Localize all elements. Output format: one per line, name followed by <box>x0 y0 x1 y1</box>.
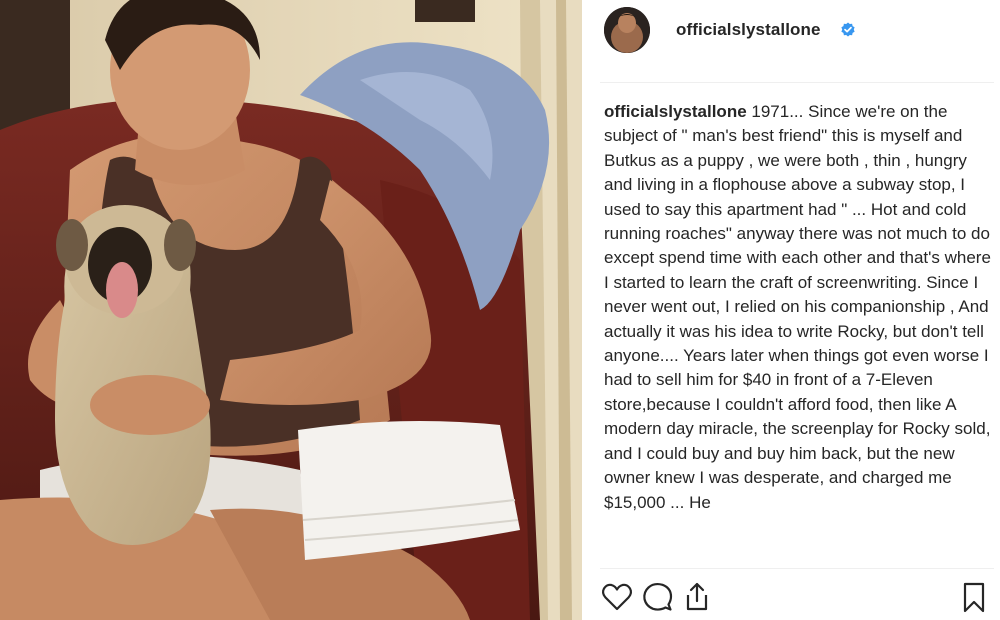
actions-divider <box>600 568 994 569</box>
instagram-post: officialslystallone officialslystallone … <box>0 0 1000 620</box>
share-icon[interactable] <box>680 580 714 614</box>
post-caption: officialslystallone 1971... Since we're … <box>604 100 996 562</box>
caption-text: 1971... Since we're on the subject of " … <box>604 102 991 512</box>
post-header: officialslystallone <box>582 0 1000 62</box>
post-details-panel: officialslystallone officialslystallone … <box>582 0 1000 620</box>
avatar[interactable] <box>604 7 650 53</box>
verified-badge-icon <box>841 22 855 37</box>
post-photo[interactable] <box>0 0 582 620</box>
bookmark-icon[interactable] <box>957 580 991 614</box>
heart-icon[interactable] <box>600 580 634 614</box>
username-link[interactable]: officialslystallone <box>676 20 821 40</box>
header-divider <box>600 82 994 83</box>
comment-bubble-icon[interactable] <box>640 580 674 614</box>
caption-username[interactable]: officialslystallone <box>604 102 747 121</box>
action-bar <box>582 578 1000 618</box>
photo-illustration <box>0 0 582 620</box>
